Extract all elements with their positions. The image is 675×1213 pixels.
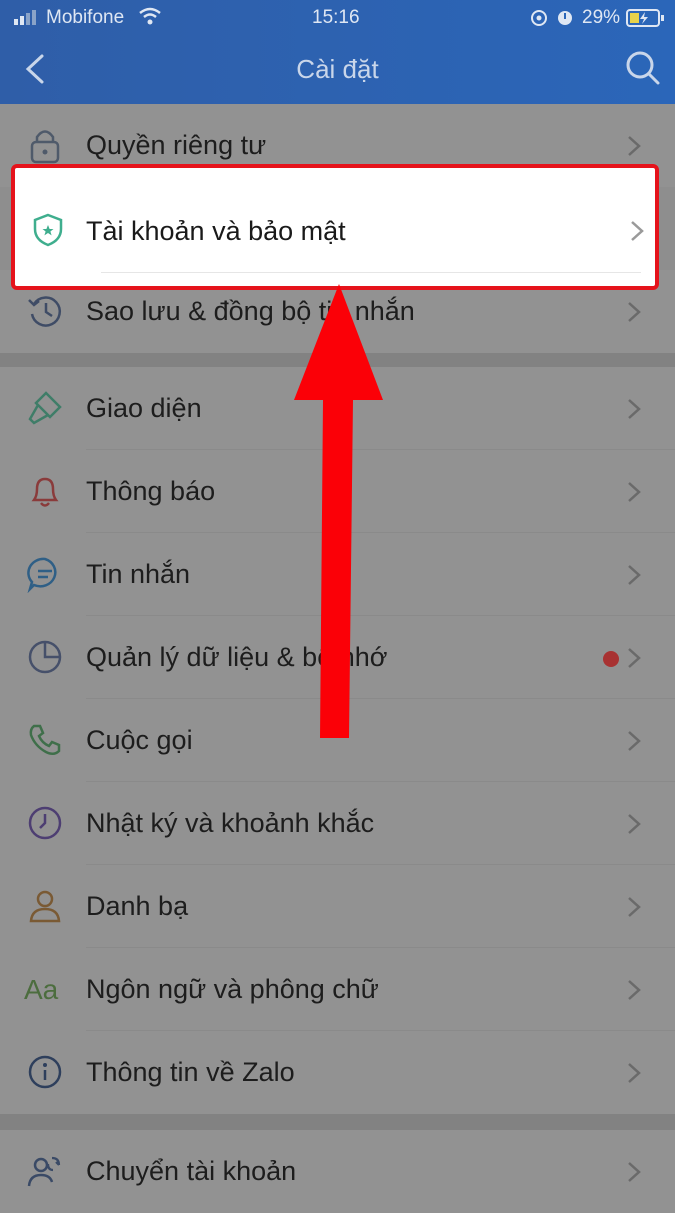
chevron-right-icon: [628, 648, 641, 668]
notification-dot: [603, 651, 619, 667]
settings-item-data-storage[interactable]: Quản lý dữ liệu & bộ nhớ: [0, 616, 675, 699]
section-gap: [0, 1114, 675, 1130]
chevron-right-icon: [628, 731, 641, 751]
paint-brush-icon: [28, 391, 62, 425]
settings-item-label: Ngôn ngữ và phông chữ: [86, 974, 379, 1004]
settings-item-calls[interactable]: Cuộc gọi: [0, 699, 675, 782]
section-gap: [0, 353, 675, 367]
clock-time: 15:16: [312, 7, 360, 28]
settings-item-switch-account[interactable]: Chuyển tài khoản: [0, 1130, 675, 1213]
status-bar: Mobifone 15:16 29%: [0, 0, 675, 36]
settings-item-diary-moments[interactable]: Nhật ký và khoảnh khắc: [0, 782, 675, 865]
pie-chart-icon: [28, 640, 62, 674]
carrier-name: Mobifone: [46, 7, 125, 28]
chevron-right-icon: [628, 482, 641, 502]
battery-icon: [626, 9, 664, 27]
chevron-right-icon: [628, 565, 641, 585]
settings-item-label: Quản lý dữ liệu & bộ nhớ: [86, 642, 388, 672]
settings-item-label: Giao diện: [86, 393, 202, 423]
settings-item-label: Danh bạ: [86, 891, 189, 921]
page-title: Cài đặt: [296, 54, 379, 84]
lock-icon: [30, 130, 60, 164]
settings-item-appearance[interactable]: Giao diện: [0, 367, 675, 450]
battery-percent: 29%: [582, 7, 621, 28]
settings-item-messages[interactable]: Tin nhắn: [0, 533, 675, 616]
orientation-lock-icon: [531, 10, 547, 26]
clock-icon: [28, 806, 62, 840]
settings-item-label: Thông báo: [86, 476, 216, 506]
settings-item-notifications[interactable]: Thông báo: [0, 450, 675, 533]
signal-icon: [14, 10, 36, 25]
settings-item-label: Chuyển tài khoản: [86, 1156, 297, 1186]
alarm-icon: [558, 11, 572, 25]
chevron-right-icon: [628, 1063, 641, 1083]
search-icon[interactable]: [625, 50, 661, 86]
settings-item-label: Nhật ký và khoảnh khắc: [86, 808, 375, 838]
row-divider: [101, 272, 641, 273]
person-icon: [29, 890, 61, 923]
settings-item-language-font[interactable]: Aa Ngôn ngữ và phông chữ: [0, 948, 675, 1031]
settings-item-account-security[interactable]: Tài khoản và bảo mật: [15, 190, 655, 272]
chat-bubble-icon: [27, 557, 57, 593]
settings-item-about-zalo[interactable]: Thông tin về Zalo: [0, 1031, 675, 1114]
chevron-right-icon: [631, 221, 644, 241]
chevron-right-icon: [628, 1162, 641, 1182]
settings-item-label: Thông tin về Zalo: [86, 1057, 295, 1087]
settings-item-label: Tài khoản và bảo mật: [86, 216, 346, 246]
chevron-right-icon: [628, 814, 641, 834]
phone-icon: [29, 724, 61, 755]
bell-icon: [31, 477, 59, 507]
font-aa-icon: Aa: [24, 974, 59, 1005]
history-icon: [28, 296, 61, 327]
chevron-right-icon: [628, 136, 641, 156]
chevron-right-icon: [628, 399, 641, 419]
highlight-frame: Tài khoản và bảo mật: [11, 164, 659, 290]
nav-header: Cài đặt: [0, 36, 675, 104]
chevron-right-icon: [628, 897, 641, 917]
info-icon: [28, 1055, 62, 1089]
chevron-right-icon: [628, 980, 641, 1000]
switch-account-icon: [27, 1156, 61, 1187]
wifi-icon: [139, 7, 161, 25]
shield-icon: [33, 213, 63, 247]
settings-item-label: Tin nhắn: [86, 559, 191, 589]
settings-item-label: Cuộc gọi: [86, 725, 193, 755]
settings-item-contacts[interactable]: Danh bạ: [0, 865, 675, 948]
chevron-right-icon: [628, 302, 641, 322]
